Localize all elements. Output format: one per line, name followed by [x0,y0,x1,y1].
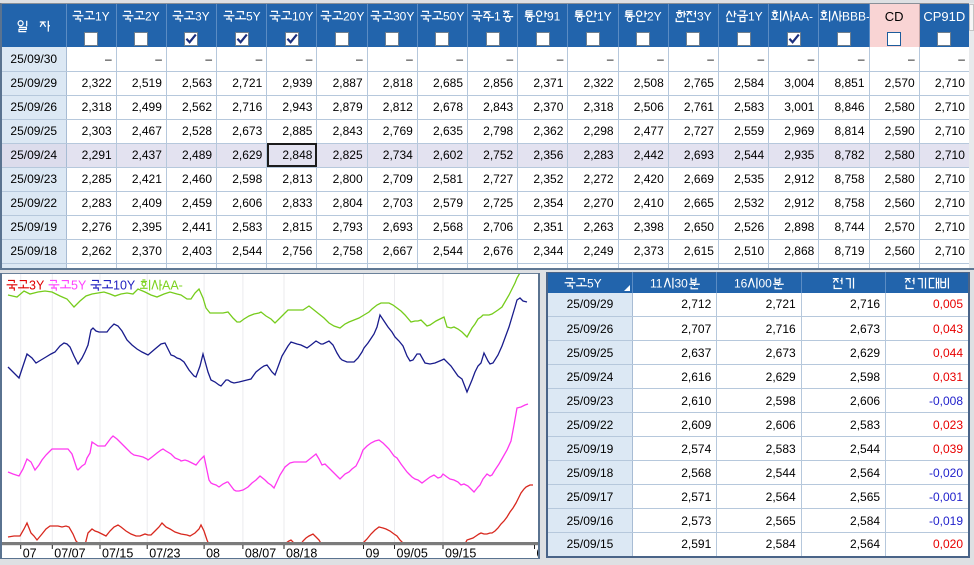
svg-text:09/15: 09/15 [445,547,476,560]
svg-text:AA-: AA- [162,279,183,293]
svg-text:50Y: 50Y [443,10,464,23]
svg-text:5Y: 5Y [587,277,602,290]
svg-text:3Y: 3Y [29,279,45,293]
svg-text:1Y: 1Y [597,10,612,23]
svg-text:1Y: 1Y [748,10,763,23]
svg-text:2Y: 2Y [145,10,160,23]
svg-text:20Y: 20Y [343,10,364,23]
svg-text:07/15: 07/15 [102,547,133,560]
svg-text:2Y: 2Y [647,10,662,23]
svg-text:3Y: 3Y [697,10,712,23]
svg-text:08: 08 [206,547,220,560]
svg-text:10Y: 10Y [113,279,136,293]
svg-text:09/05: 09/05 [397,547,428,560]
svg-text:AA-: AA- [793,10,813,23]
svg-text:08/07: 08/07 [245,547,276,560]
svg-text:BBB-: BBB- [842,10,869,23]
svg-text:11: 11 [650,277,663,290]
svg-text:30: 30 [674,277,688,290]
svg-text:30Y: 30Y [393,10,414,23]
svg-text:5Y: 5Y [246,10,261,23]
svg-text:07/07: 07/07 [54,547,85,560]
svg-text:3Y: 3Y [195,10,210,23]
svg-text:09: 09 [366,547,380,560]
svg-text:1Y: 1Y [95,10,110,23]
svg-text:07/23: 07/23 [149,547,180,560]
svg-text:00: 00 [758,277,772,290]
svg-text:07: 07 [23,547,37,560]
svg-text:1: 1 [494,10,501,23]
svg-text:5Y: 5Y [71,279,87,293]
svg-text:16: 16 [734,277,748,290]
svg-text:91: 91 [547,10,561,23]
svg-text:08/18: 08/18 [286,547,317,560]
svg-text:10Y: 10Y [292,10,313,23]
